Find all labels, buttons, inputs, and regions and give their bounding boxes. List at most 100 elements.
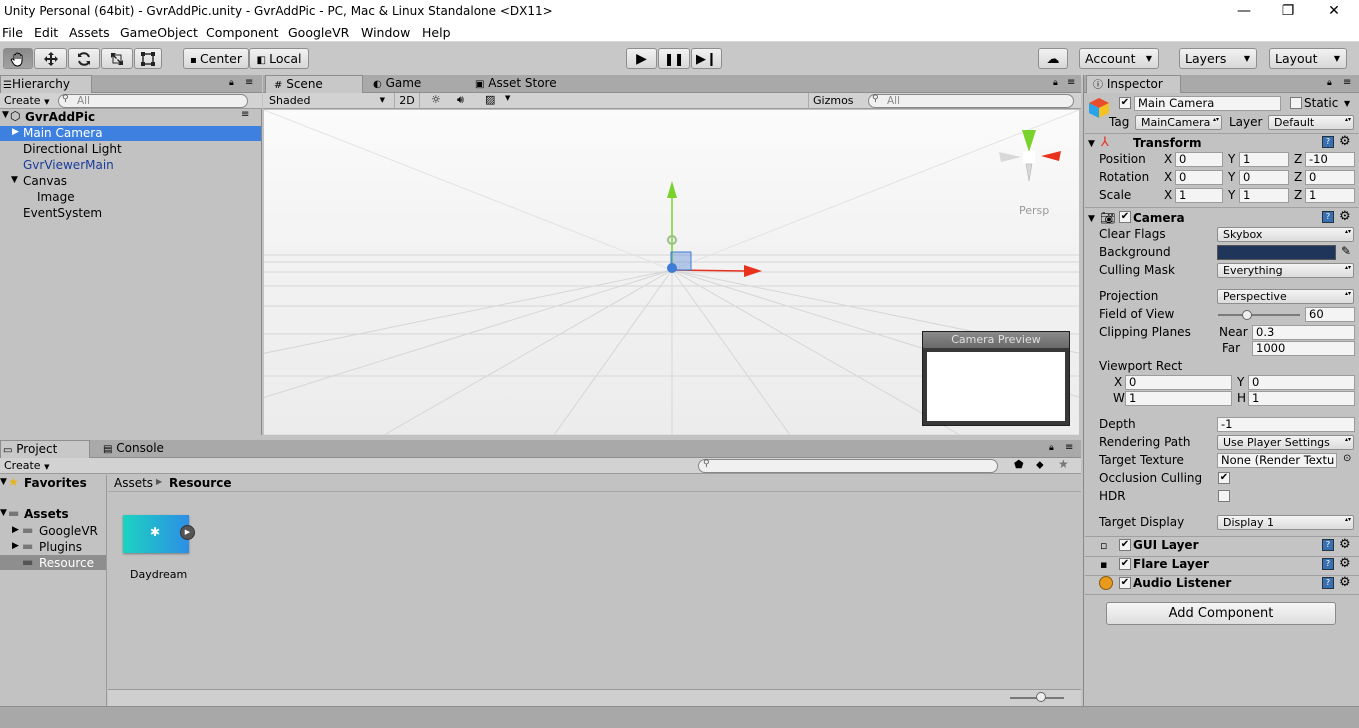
tab-console[interactable]: ▤ Console — [103, 440, 164, 458]
effects-toggle-icon[interactable]: ▨ — [485, 93, 495, 106]
culling-mask-dropdown[interactable]: Everything — [1217, 263, 1354, 278]
menu-window[interactable]: Window — [361, 25, 410, 40]
tab-project[interactable]: ▭ Project — [0, 440, 90, 458]
tab-hierarchy[interactable]: ☰Hierarchy — [0, 75, 92, 93]
hierarchy-item-canvas[interactable]: Canvas — [23, 174, 67, 188]
pivot-center-button[interactable]: ▪ Center — [183, 48, 249, 69]
tab-scene[interactable]: # Scene — [265, 75, 363, 93]
rotation-z-field[interactable]: 0 — [1305, 170, 1355, 185]
dropdown-arrow-icon[interactable]: ▼ — [505, 94, 510, 102]
rotate-tool-icon[interactable] — [68, 48, 100, 69]
expand-arrow-icon[interactable]: ▼ — [0, 508, 7, 518]
expand-arrow-icon[interactable]: ▼ — [1088, 214, 1095, 224]
hand-tool-icon[interactable] — [3, 48, 33, 69]
scale-x-field[interactable]: 1 — [1175, 188, 1223, 203]
folder-plugins[interactable]: Plugins — [39, 540, 82, 554]
gui-layer-checkbox[interactable]: ✔ — [1119, 539, 1131, 551]
scene-menu-icon[interactable]: ≡ — [241, 109, 249, 120]
gear-icon[interactable]: ⚙ — [1339, 209, 1351, 224]
gear-icon[interactable]: ⚙ — [1339, 575, 1351, 590]
audio-listener-checkbox[interactable]: ✔ — [1119, 577, 1131, 589]
scale-z-field[interactable]: 1 — [1305, 188, 1355, 203]
panel-menu-icon[interactable]: ≡ — [245, 77, 253, 88]
help-book-icon[interactable]: ? — [1322, 211, 1334, 223]
hierarchy-item-main-camera[interactable]: ▶ Main Camera — [0, 126, 261, 141]
help-book-icon[interactable]: ? — [1322, 539, 1334, 551]
menu-component[interactable]: Component — [206, 25, 279, 40]
project-search-input[interactable] — [698, 459, 998, 473]
flare-layer-checkbox[interactable]: ✔ — [1119, 558, 1131, 570]
depth-field[interactable]: -1 — [1217, 417, 1355, 432]
hierarchy-search-input[interactable]: All — [58, 94, 248, 108]
gameobject-name-field[interactable]: Main Camera — [1134, 96, 1281, 111]
viewport-w-field[interactable]: 1 — [1125, 391, 1232, 406]
fov-slider-track[interactable] — [1218, 314, 1300, 316]
lighting-toggle-icon[interactable]: ☼ — [431, 93, 441, 106]
audio-toggle-icon[interactable]: 🔊︎ — [457, 93, 464, 107]
favorites-label[interactable]: Favorites — [24, 476, 87, 490]
tab-game[interactable]: ◐ Game — [373, 75, 421, 93]
scene-search-input[interactable]: All — [868, 94, 1074, 108]
hierarchy-item-directional-light[interactable]: Directional Light — [23, 142, 122, 156]
menu-file[interactable]: File — [2, 25, 23, 40]
lock-icon[interactable]: 🔒︎ — [229, 78, 234, 88]
help-book-icon[interactable]: ? — [1322, 136, 1334, 148]
hierarchy-create-button[interactable]: Create ▼ — [4, 94, 49, 107]
slider-thumb[interactable] — [1036, 692, 1046, 702]
pivot-local-button[interactable]: ◧ Local — [249, 48, 309, 69]
rect-tool-icon[interactable] — [134, 48, 162, 69]
background-color-swatch[interactable] — [1217, 245, 1336, 260]
lock-icon[interactable]: 🔒︎ — [1053, 78, 1058, 88]
shading-mode-dropdown[interactable]: Shaded ▼ — [269, 93, 389, 109]
menu-edit[interactable]: Edit — [34, 25, 58, 40]
viewport-y-field[interactable]: 0 — [1248, 375, 1355, 390]
2d-toggle[interactable]: 2D — [394, 93, 420, 109]
position-y-field[interactable]: 1 — [1239, 152, 1289, 167]
breadcrumb-resource[interactable]: Resource — [169, 476, 231, 490]
maximize-button[interactable]: ❐ — [1273, 2, 1303, 22]
layers-dropdown[interactable]: Layers ▼ — [1179, 48, 1257, 69]
layer-dropdown[interactable]: Default — [1268, 115, 1354, 130]
account-dropdown[interactable]: Account ▼ — [1079, 48, 1159, 69]
tag-dropdown[interactable]: MainCamera — [1135, 115, 1222, 130]
object-picker-icon[interactable]: ⊙ — [1343, 453, 1351, 464]
tab-inspector[interactable]: ⓘ Inspector — [1086, 75, 1181, 93]
gear-icon[interactable]: ⚙ — [1339, 537, 1351, 552]
help-book-icon[interactable]: ? — [1322, 558, 1334, 570]
viewport-h-field[interactable]: 1 — [1248, 391, 1355, 406]
filter-by-type-icon[interactable]: ⬟ — [1014, 458, 1024, 471]
near-clip-field[interactable]: 0.3 — [1252, 325, 1355, 340]
menu-help[interactable]: Help — [422, 25, 451, 40]
project-create-button[interactable]: Create ▼ — [4, 459, 49, 472]
play-button[interactable]: ▶ — [626, 48, 657, 69]
lock-icon[interactable]: 🔒︎ — [1327, 78, 1332, 88]
folder-googlevr[interactable]: GoogleVR — [39, 524, 98, 538]
menu-gameobject[interactable]: GameObject — [120, 25, 198, 40]
assets-folder[interactable]: Assets — [24, 507, 69, 521]
scene-root-row[interactable]: ▼ ⬡ GvrAddPic ≡ — [0, 109, 262, 124]
hierarchy-item-event-system[interactable]: EventSystem — [23, 206, 102, 220]
expand-arrow-icon[interactable]: ▼ — [0, 477, 7, 487]
expand-arrow-icon[interactable]: ▼ — [2, 110, 9, 120]
gear-icon[interactable]: ⚙ — [1339, 134, 1351, 149]
close-button[interactable]: ✕ — [1319, 2, 1349, 22]
viewport-x-field[interactable]: 0 — [1125, 375, 1232, 390]
menu-googlevr[interactable]: GoogleVR — [288, 25, 349, 40]
pause-button[interactable]: ❚❚ — [658, 48, 690, 69]
scene-viewport[interactable]: Persp Camera Preview — [264, 110, 1079, 435]
scale-tool-icon[interactable] — [101, 48, 133, 69]
minimize-button[interactable]: — — [1229, 2, 1259, 22]
fov-slider-thumb[interactable] — [1241, 310, 1252, 320]
dropdown-arrow-icon[interactable]: ▼ — [1344, 99, 1350, 108]
target-texture-field[interactable]: None (Render Textu — [1217, 453, 1337, 468]
panel-menu-icon[interactable]: ≡ — [1343, 77, 1351, 88]
hierarchy-item-image[interactable]: Image — [37, 190, 75, 204]
clear-flags-dropdown[interactable]: Skybox — [1217, 227, 1354, 242]
far-clip-field[interactable]: 1000 — [1252, 341, 1355, 356]
fov-field[interactable]: 60 — [1305, 307, 1355, 322]
favorite-star-icon[interactable]: ★ — [1058, 457, 1069, 471]
expand-arrow-icon[interactable]: ▶ — [12, 127, 19, 137]
target-display-dropdown[interactable]: Display 1 — [1217, 515, 1354, 530]
expand-arrow-icon[interactable]: ▼ — [11, 175, 18, 185]
add-component-button[interactable]: Add Component — [1106, 602, 1336, 625]
